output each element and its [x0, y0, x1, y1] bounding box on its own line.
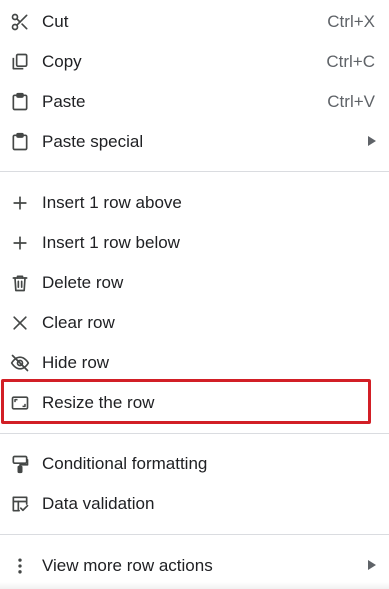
clipboard-icon — [10, 132, 30, 152]
menu-item-resize-row[interactable]: Resize the row — [0, 383, 389, 423]
menu-item-label: Hide row — [42, 353, 110, 372]
more-vertical-icon — [10, 556, 30, 576]
menu-item-insert-row-above[interactable]: Insert 1 row above — [0, 183, 389, 223]
menu-item-insert-row-below[interactable]: Insert 1 row below — [0, 223, 389, 263]
plus-icon — [10, 193, 30, 213]
menu-item-conditional-formatting[interactable]: Conditional formatting — [0, 444, 389, 484]
menu-item-label: Insert 1 row below — [42, 233, 180, 252]
menu-item-data-validation[interactable]: Data validation — [0, 484, 389, 524]
menu-item-paste[interactable]: Paste Ctrl+V — [0, 82, 389, 122]
menu-item-paste-special[interactable]: Paste special — [0, 122, 389, 162]
shortcut-label: Ctrl+C — [326, 52, 375, 71]
data-validation-icon — [10, 494, 30, 514]
menu-item-label: Copy — [42, 52, 82, 71]
menu-item-label: Clear row — [42, 313, 115, 332]
menu-item-label: Delete row — [42, 273, 124, 292]
menu-divider — [0, 433, 389, 434]
eye-off-icon — [10, 353, 30, 373]
submenu-arrow-icon — [368, 560, 376, 570]
menu-divider — [0, 534, 389, 535]
menu-item-cut[interactable]: Cut Ctrl+X — [0, 2, 389, 42]
shortcut-label: Ctrl+V — [327, 92, 375, 111]
paint-roller-icon — [10, 454, 30, 474]
menu-item-label: Paste special — [42, 132, 144, 151]
menu-item-label: Data validation — [42, 494, 155, 513]
close-icon — [10, 313, 30, 333]
submenu-arrow-icon — [368, 136, 376, 146]
resize-icon — [10, 393, 30, 413]
menu-item-delete-row[interactable]: Delete row — [0, 263, 389, 303]
menu-bottom-edge — [0, 582, 389, 589]
copy-icon — [10, 52, 30, 72]
menu-item-label: Insert 1 row above — [42, 193, 182, 212]
plus-icon — [10, 233, 30, 253]
trash-icon — [10, 273, 30, 293]
menu-item-more-row-actions[interactable]: View more row actions — [0, 546, 389, 586]
menu-item-copy[interactable]: Copy Ctrl+C — [0, 42, 389, 82]
menu-item-label: Paste — [42, 92, 86, 111]
row-context-menu: Cut Ctrl+X Copy Ctrl+C Paste Ctrl+V Past… — [0, 0, 389, 589]
menu-item-hide-row[interactable]: Hide row — [0, 343, 389, 383]
menu-item-clear-row[interactable]: Clear row — [0, 303, 389, 343]
menu-item-label: Conditional formatting — [42, 454, 208, 473]
shortcut-label: Ctrl+X — [327, 12, 375, 31]
menu-item-label: Resize the row — [42, 393, 155, 412]
menu-item-label: Cut — [42, 12, 69, 31]
clipboard-icon — [10, 92, 30, 112]
menu-divider — [0, 171, 389, 172]
menu-item-label: View more row actions — [42, 556, 213, 575]
scissors-icon — [10, 12, 30, 32]
